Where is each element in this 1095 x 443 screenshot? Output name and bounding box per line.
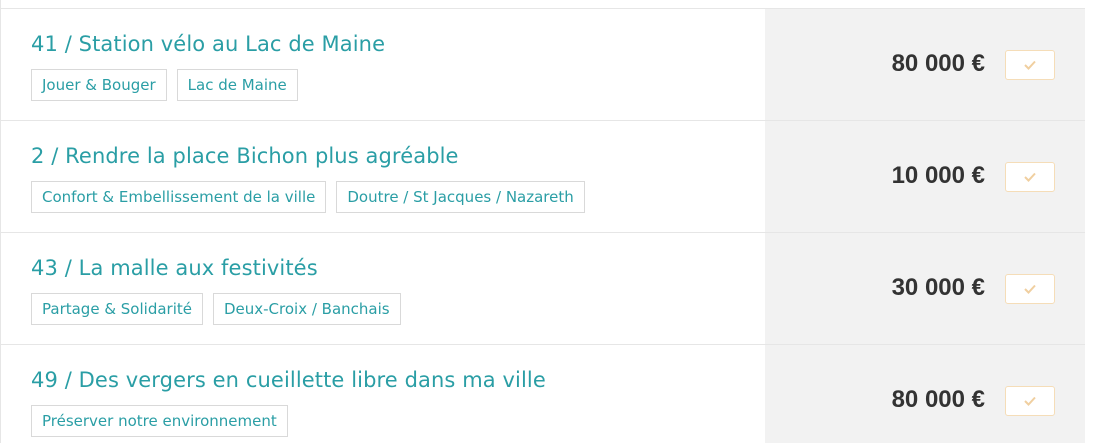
select-project-button[interactable] [1005, 162, 1055, 192]
category-tag[interactable]: Préserver notre environnement [31, 405, 288, 437]
project-row: 49 / Des vergers en cueillette libre dan… [1, 344, 1085, 443]
district-tag[interactable]: Deux-Croix / Banchais [212, 293, 401, 325]
project-price-panel: 80 000 € [765, 9, 1085, 120]
project-title[interactable]: 2 / Rendre la place Bichon plus agréable [31, 144, 459, 168]
project-price: 80 000 € [891, 386, 985, 413]
project-title[interactable]: 43 / La malle aux festivités [31, 256, 318, 280]
project-title[interactable]: 41 / Station vélo au Lac de Maine [31, 32, 385, 56]
project-price-panel: 10 000 € [765, 121, 1085, 232]
project-price: 10 000 € [891, 162, 985, 189]
project-tags: Partage & Solidarité Deux-Croix / Bancha… [31, 293, 401, 325]
select-project-button[interactable] [1005, 274, 1055, 304]
project-tags: Préserver notre environnement [31, 405, 288, 437]
project-title[interactable]: 49 / Des vergers en cueillette libre dan… [31, 368, 546, 392]
scrollbar[interactable] [1085, 0, 1095, 443]
project-info: 49 / Des vergers en cueillette libre dan… [1, 345, 765, 443]
district-tag[interactable]: Doutre / St Jacques / Nazareth [336, 181, 585, 213]
project-row: 41 / Station vélo au Lac de Maine Jouer … [1, 8, 1085, 120]
project-tags: Jouer & Bouger Lac de Maine [31, 69, 298, 101]
project-price: 30 000 € [891, 274, 985, 301]
project-row: 2 / Rendre la place Bichon plus agréable… [1, 120, 1085, 232]
category-tag[interactable]: Confort & Embellissement de la ville [31, 181, 327, 213]
project-info: 2 / Rendre la place Bichon plus agréable… [1, 121, 765, 232]
project-list: 41 / Station vélo au Lac de Maine Jouer … [0, 0, 1085, 443]
project-row: 43 / La malle aux festivités Partage & S… [1, 232, 1085, 344]
category-tag[interactable]: Partage & Solidarité [31, 293, 203, 325]
category-tag[interactable]: Jouer & Bouger [31, 69, 167, 101]
check-icon [1024, 396, 1036, 406]
project-info: 43 / La malle aux festivités Partage & S… [1, 233, 765, 344]
project-tags: Confort & Embellissement de la ville Dou… [31, 181, 585, 213]
check-icon [1024, 172, 1036, 182]
project-price: 80 000 € [891, 50, 985, 77]
project-price-panel: 80 000 € [765, 345, 1085, 443]
check-icon [1024, 284, 1036, 294]
district-tag[interactable]: Lac de Maine [176, 69, 298, 101]
project-info: 41 / Station vélo au Lac de Maine Jouer … [1, 9, 765, 120]
select-project-button[interactable] [1005, 386, 1055, 416]
check-icon [1024, 60, 1036, 70]
project-price-panel: 30 000 € [765, 233, 1085, 344]
select-project-button[interactable] [1005, 50, 1055, 80]
